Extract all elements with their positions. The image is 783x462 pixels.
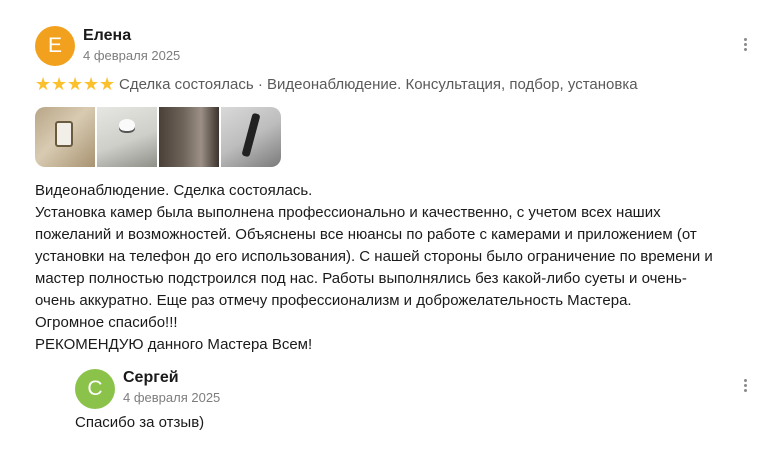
reply-more-options-icon[interactable] <box>740 377 750 397</box>
star-icon: ★ <box>35 74 52 94</box>
review-text-line: пожеланий и возможностей. Объяснены все … <box>35 226 697 243</box>
review-date: 4 февраля 2025 <box>83 48 181 63</box>
photo-thumbnail[interactable] <box>221 107 281 167</box>
review-text-line: очень аккуратно. Еще раз отмечу професси… <box>35 292 632 309</box>
photo-thumbnail[interactable] <box>97 107 157 167</box>
rating-row: ★ ★ ★ ★ ★ Сделка состоялась · Видеонаблю… <box>35 74 638 94</box>
reply-author-name[interactable]: Сергей <box>123 369 179 387</box>
review-meta: Сделка состоялась · Видеонаблюдение. Кон… <box>119 75 638 93</box>
review-text-line: Огромное спасибо!!! <box>35 314 178 331</box>
review-text-line: РЕКОМЕНДУЮ данного Мастера Всем! <box>35 336 313 353</box>
review-author-avatar[interactable]: Е <box>35 26 75 66</box>
photo-thumbnail[interactable] <box>35 107 95 167</box>
reply-text: Спасибо за отзыв) <box>75 414 205 431</box>
rating-stars: ★ ★ ★ ★ ★ <box>35 75 115 93</box>
star-icon: ★ <box>51 74 68 94</box>
more-options-icon[interactable] <box>740 36 750 56</box>
star-icon: ★ <box>83 74 100 94</box>
review-text-line: Видеонаблюдение. Сделка состоялась. <box>35 182 313 199</box>
photo-thumbnail[interactable] <box>159 107 219 167</box>
review-author-name[interactable]: Елена <box>83 27 131 45</box>
photo-gallery <box>35 107 281 167</box>
review-text: Видеонаблюдение. Сделка состоялась. Уста… <box>35 180 755 356</box>
star-icon: ★ <box>99 74 116 94</box>
review-card: Е Елена 4 февраля 2025 ★ ★ ★ ★ ★ Сделка … <box>0 0 783 462</box>
review-text-line: установки на телефон до его использовани… <box>35 248 713 265</box>
reply-date: 4 февраля 2025 <box>123 390 221 405</box>
reply-author-avatar[interactable]: С <box>75 369 115 409</box>
avatar-initial: С <box>87 377 103 400</box>
avatar-initial: Е <box>47 34 62 57</box>
star-icon: ★ <box>67 74 84 94</box>
review-text-line: Установка камер была выполнена профессио… <box>35 204 661 221</box>
review-text-line: мастер полностью подстроился под нас. Ра… <box>35 270 687 287</box>
